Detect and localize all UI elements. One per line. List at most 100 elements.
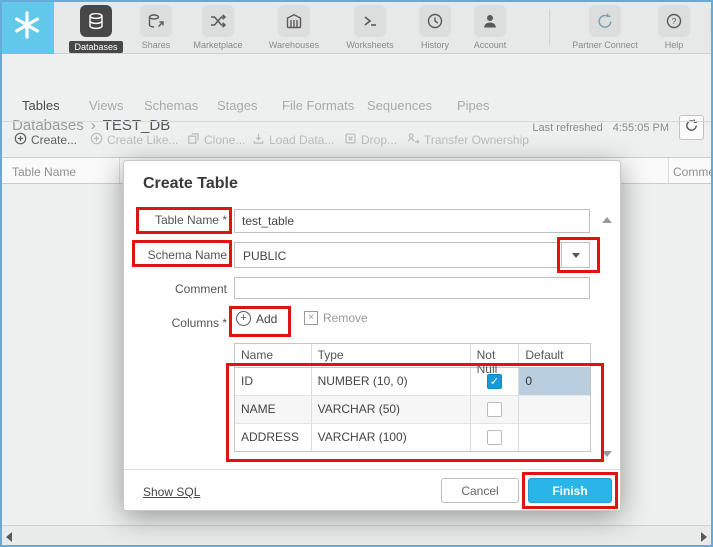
comment-input[interactable] [234, 277, 590, 299]
dialog-footer-divider [124, 469, 620, 470]
history-icon [419, 5, 451, 37]
breadcrumb-bar: Databases › TEST_DB Last refreshed 4:55:05 … [0, 54, 713, 140]
remove-x-icon: × [304, 311, 318, 325]
not-null-checkbox[interactable]: ✓ [487, 374, 502, 389]
create-like-button-label: Create Like... [107, 133, 179, 147]
tab-sequences[interactable]: Sequences [367, 98, 432, 113]
worksheets-icon [354, 5, 386, 37]
show-sql-link[interactable]: Show SQL [143, 485, 200, 499]
nav-label-partner-connect: Partner Connect [572, 40, 638, 50]
not-null-checkbox[interactable] [487, 402, 502, 417]
not-null-checkbox[interactable] [487, 430, 502, 445]
nav-label-warehouses: Warehouses [268, 40, 320, 50]
object-tabs: Tables Views Schemas Stages File Formats… [0, 88, 713, 122]
nav-item-marketplace[interactable]: Marketplace [190, 5, 246, 50]
tab-file-formats[interactable]: File Formats [282, 98, 354, 113]
nav-label-account: Account [473, 40, 507, 50]
scroll-up-icon[interactable] [602, 217, 612, 223]
database-icon [80, 5, 112, 37]
schema-dropdown-button[interactable] [561, 243, 589, 267]
column-header-table-name[interactable]: Table Name [12, 165, 76, 179]
column-header-comment[interactable]: Comment [673, 165, 713, 179]
scroll-down-icon[interactable] [602, 451, 612, 457]
scroll-left-icon[interactable] [6, 532, 12, 542]
cell-type[interactable]: NUMBER (10, 0) [312, 368, 471, 395]
cell-default-selected[interactable]: 0 [519, 368, 590, 395]
tab-views[interactable]: Views [89, 98, 123, 113]
load-data-button[interactable]: Load Data... [252, 131, 334, 149]
transfer-ownership-button[interactable]: Transfer Ownership [407, 131, 529, 149]
tab-tables[interactable]: Tables [22, 98, 60, 113]
schema-select[interactable]: PUBLIC [234, 242, 590, 268]
snowflake-classic-console: Databases Shares Marketplace Warehouses [0, 0, 713, 547]
clone-button[interactable]: Clone... [187, 131, 245, 149]
clone-button-label: Clone... [204, 133, 246, 147]
drop-icon [344, 132, 357, 148]
transfer-ownership-button-label: Transfer Ownership [424, 133, 529, 147]
cell-not-null [471, 396, 520, 423]
clone-icon [187, 132, 200, 148]
nav-item-worksheets[interactable]: Worksheets [342, 5, 398, 50]
cell-name[interactable]: ID [235, 368, 312, 395]
nav-item-help[interactable]: ? Help [646, 5, 702, 50]
cell-default[interactable] [519, 424, 590, 451]
nav-label-shares: Shares [141, 40, 171, 50]
column-row-id: ID NUMBER (10, 0) ✓ 0 [235, 368, 590, 396]
snowflake-icon [10, 8, 44, 47]
nav-item-warehouses[interactable]: Warehouses [266, 5, 322, 50]
tab-stages[interactable]: Stages [217, 98, 257, 113]
nav-label-marketplace: Marketplace [193, 40, 243, 50]
topbar-divider [549, 9, 550, 45]
table-name-input[interactable] [234, 209, 590, 233]
drop-button[interactable]: Drop... [344, 131, 397, 149]
add-column-button[interactable]: + Add [236, 311, 277, 326]
nav-item-account[interactable]: Account [462, 5, 518, 50]
transfer-ownership-icon [407, 132, 420, 148]
top-nav-bar: Databases Shares Marketplace Warehouses [0, 0, 713, 54]
add-column-label: Add [256, 311, 278, 326]
grid-header-name[interactable]: Name [235, 344, 312, 367]
table-name-label: Table Name * [154, 213, 227, 227]
tab-pipes[interactable]: Pipes [457, 98, 490, 113]
grid-header-type[interactable]: Type [312, 344, 471, 367]
columns-label: Columns * [171, 316, 227, 330]
comment-label: Comment [174, 282, 227, 296]
cell-name[interactable]: NAME [235, 396, 312, 423]
marketplace-icon [202, 5, 234, 37]
nav-item-partner-connect[interactable]: Partner Connect [567, 5, 643, 50]
column-divider [668, 158, 669, 183]
help-icon: ? [658, 5, 690, 37]
cell-not-null: ✓ [471, 368, 520, 395]
create-button-label: Create... [31, 133, 78, 147]
cell-type[interactable]: VARCHAR (50) [312, 396, 471, 423]
svg-text:?: ? [672, 16, 677, 26]
drop-button-label: Drop... [361, 133, 398, 147]
tab-schemas[interactable]: Schemas [144, 98, 198, 113]
load-data-button-label: Load Data... [269, 133, 335, 147]
nav-label-worksheets: Worksheets [346, 40, 394, 50]
nav-item-shares[interactable]: Shares [128, 5, 184, 50]
snowflake-logo[interactable] [0, 0, 54, 54]
horizontal-scrollbar[interactable] [0, 525, 713, 547]
scroll-right-icon[interactable] [701, 532, 707, 542]
nav-item-partial[interactable] [698, 5, 713, 37]
cell-type[interactable]: VARCHAR (100) [312, 424, 471, 451]
nav-item-databases[interactable]: Databases [68, 5, 124, 55]
account-icon [474, 5, 506, 37]
grid-header-not-null[interactable]: Not Null [471, 344, 520, 376]
cancel-button[interactable]: Cancel [441, 478, 519, 503]
warehouse-icon [278, 5, 310, 37]
create-button[interactable]: Create... [14, 131, 77, 149]
plus-circle-icon: + [236, 311, 251, 326]
cell-name[interactable]: ADDRESS [235, 424, 312, 451]
create-like-button[interactable]: Create Like... [90, 131, 178, 149]
shares-icon [140, 5, 172, 37]
finish-button[interactable]: Finish [528, 478, 612, 503]
dialog-title: Create Table [143, 175, 238, 192]
chevron-down-icon [571, 252, 580, 258]
grid-header-default[interactable]: Default [519, 344, 590, 367]
nav-item-history[interactable]: History [407, 5, 463, 50]
remove-column-button[interactable]: × Remove [304, 311, 368, 325]
cell-default[interactable] [519, 396, 590, 423]
nav-label-databases: Databases [69, 41, 123, 53]
